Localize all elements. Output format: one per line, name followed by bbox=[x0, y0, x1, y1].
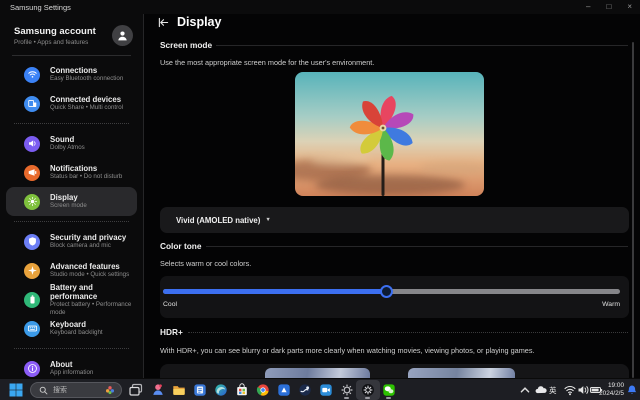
start-button[interactable] bbox=[8, 382, 24, 398]
sparkle-icon bbox=[24, 263, 40, 279]
notes-app-icon[interactable] bbox=[192, 382, 208, 398]
search-placeholder: 搜索 bbox=[53, 385, 105, 395]
sidebar-divider bbox=[14, 221, 129, 222]
file-explorer-icon[interactable] bbox=[171, 382, 187, 398]
sidebar-item-battery-and-performance[interactable]: Battery and performance Protect battery … bbox=[6, 285, 137, 314]
battery-icon bbox=[24, 292, 40, 308]
sidebar-divider bbox=[12, 55, 131, 56]
hdr-description: With HDR+, you can see blurry or dark pa… bbox=[160, 346, 535, 355]
speaker-icon bbox=[24, 136, 40, 152]
maximize-button[interactable]: □ bbox=[606, 0, 611, 14]
minimize-button[interactable]: – bbox=[586, 0, 590, 14]
display-settings-panel: Display Screen mode Use the most appropr… bbox=[144, 14, 640, 378]
sidebar: Samsung account Profile • Apps and featu… bbox=[0, 14, 144, 378]
color-tone-card bbox=[160, 276, 629, 318]
tray-time: 19:00 bbox=[590, 382, 624, 390]
close-button[interactable]: × bbox=[627, 0, 632, 14]
ime-indicator[interactable]: 英 bbox=[549, 385, 557, 396]
sidebar-item-connected-devices[interactable]: Connected devices Quick Share • Multi co… bbox=[6, 89, 137, 118]
running-indicator bbox=[365, 397, 370, 399]
account-subtitle: Profile • Apps and features bbox=[14, 39, 96, 46]
task-view-button[interactable] bbox=[128, 382, 144, 398]
scrollbar[interactable] bbox=[632, 42, 634, 378]
running-indicator bbox=[386, 397, 391, 399]
brightness-icon bbox=[24, 194, 40, 210]
window-title: Samsung Settings bbox=[10, 3, 71, 12]
search-box[interactable]: 搜索 bbox=[30, 382, 122, 398]
sidebar-item-display[interactable]: Display Screen mode bbox=[6, 187, 137, 216]
sidebar-divider bbox=[14, 123, 129, 124]
account-avatar-icon bbox=[112, 25, 133, 46]
chat-app-icon[interactable] bbox=[150, 382, 166, 398]
samsung-account-item[interactable]: Samsung account Profile • Apps and featu… bbox=[0, 19, 143, 52]
screen-mode-preview-image bbox=[295, 72, 484, 196]
sidebar-item-security-and-privacy[interactable]: Security and privacy Block camera and mi… bbox=[6, 227, 137, 256]
screen-mode-dropdown[interactable]: Vivid (AMOLED native) ▼ bbox=[160, 207, 629, 233]
search-icon bbox=[39, 386, 48, 395]
settings-gear-icon[interactable] bbox=[339, 382, 355, 398]
wechat-icon[interactable] bbox=[381, 382, 397, 398]
color-tone-description: Selects warm or cool colors. bbox=[160, 259, 251, 268]
hdr-title: HDR+ bbox=[160, 327, 183, 337]
app-dark-circle-icon[interactable] bbox=[297, 382, 313, 398]
page-title: Display bbox=[177, 15, 221, 29]
slider-max-label: Warm bbox=[602, 301, 620, 308]
section-rule bbox=[216, 45, 628, 46]
color-tone-title: Color tone bbox=[160, 241, 201, 251]
clock[interactable]: 19:00 2024/2/5 bbox=[590, 382, 624, 398]
screen-mode-title: Screen mode bbox=[160, 40, 212, 50]
wifi-icon bbox=[24, 67, 40, 83]
sidebar-item-keyboard[interactable]: Keyboard Keyboard backlight bbox=[6, 314, 137, 343]
sidebar-divider bbox=[14, 348, 129, 349]
section-rule bbox=[206, 246, 628, 247]
account-title: Samsung account bbox=[14, 26, 96, 37]
store-icon[interactable] bbox=[234, 382, 250, 398]
info-icon bbox=[24, 361, 40, 377]
notification-bell-icon[interactable] bbox=[626, 382, 638, 398]
tray-chevron-icon[interactable] bbox=[519, 382, 531, 398]
edge-icon[interactable] bbox=[213, 382, 229, 398]
devices-icon bbox=[24, 96, 40, 112]
onedrive-icon[interactable] bbox=[533, 382, 549, 398]
chevron-down-icon: ▼ bbox=[265, 217, 270, 223]
section-rule bbox=[188, 332, 628, 333]
samsung-settings-window: Samsung Settings – □ × Samsung account P… bbox=[0, 0, 640, 400]
back-icon[interactable] bbox=[157, 16, 169, 28]
app-blue-icon[interactable] bbox=[276, 382, 292, 398]
keyboard-icon bbox=[24, 321, 40, 337]
sidebar-list: Connections Easy Bluetooth connection Co… bbox=[0, 60, 143, 383]
chrome-icon[interactable] bbox=[255, 382, 271, 398]
slider-fill bbox=[163, 289, 387, 294]
search-highlight-icon bbox=[105, 385, 115, 395]
color-tone-slider[interactable] bbox=[163, 289, 620, 294]
camera-app-icon[interactable] bbox=[318, 382, 334, 398]
sidebar-item-sound[interactable]: Sound Dolby Atmos bbox=[6, 129, 137, 158]
shield-icon bbox=[24, 234, 40, 250]
running-indicator bbox=[344, 397, 349, 399]
screen-mode-dropdown-value: Vivid (AMOLED native) bbox=[176, 216, 260, 225]
titlebar: Samsung Settings – □ × bbox=[0, 0, 640, 14]
sidebar-item-connections[interactable]: Connections Easy Bluetooth connection bbox=[6, 60, 137, 89]
sidebar-item-advanced-features[interactable]: Advanced features Studio mode • Quick se… bbox=[6, 256, 137, 285]
slider-min-label: Cool bbox=[163, 301, 177, 308]
megaphone-icon bbox=[24, 165, 40, 181]
taskbar: 搜索 bbox=[0, 378, 640, 400]
screen-mode-description: Use the most appropriate screen mode for… bbox=[160, 58, 374, 67]
tray-date: 2024/2/5 bbox=[590, 390, 624, 398]
sidebar-item-notifications[interactable]: Notifications Status bar • Do not distur… bbox=[6, 158, 137, 187]
samsung-settings-icon[interactable] bbox=[360, 382, 376, 398]
